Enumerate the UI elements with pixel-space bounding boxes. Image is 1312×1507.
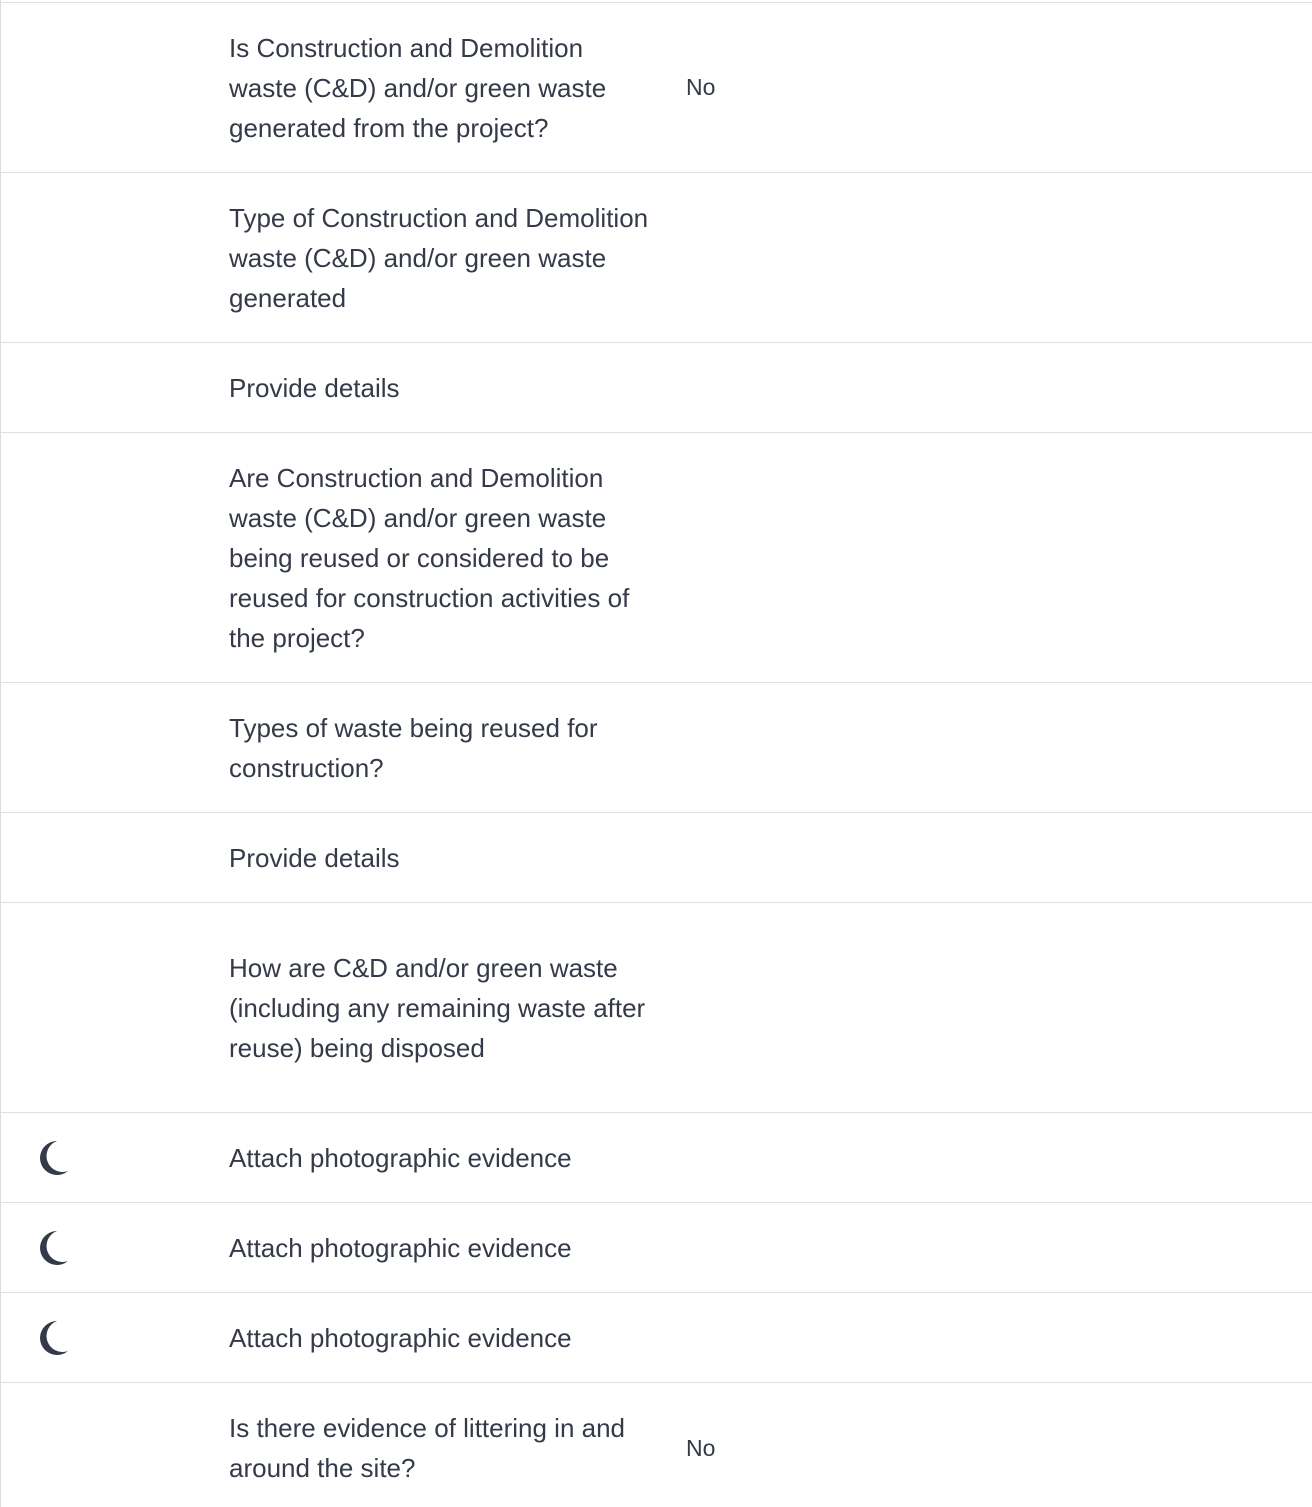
answer-value: No xyxy=(686,74,716,100)
moon-icon xyxy=(40,1320,68,1355)
question-label: Is there evidence of littering in and ar… xyxy=(229,1413,626,1483)
question-label: Attach photographic evidence xyxy=(229,1322,572,1353)
question-label: Attach photographic evidence xyxy=(229,1142,572,1173)
table-row: Attach photographic evidence xyxy=(1,1203,1312,1293)
table-row: Type of Construction and Demolition wast… xyxy=(1,173,1312,343)
question-label: Types of waste being reused for construc… xyxy=(229,712,598,783)
table-row: Are Construction and Demolition waste (C… xyxy=(1,433,1312,683)
form-response-table: Is Construction and Demolition waste (C&… xyxy=(0,0,1312,1507)
question-label: Is Construction and Demolition waste (C&… xyxy=(229,32,607,143)
table-row: How are C&D and/or green waste (includin… xyxy=(1,903,1312,1113)
question-label: Provide details xyxy=(229,842,400,873)
question-label: How are C&D and/or green waste (includin… xyxy=(229,952,646,1063)
table-row: Is Construction and Demolition waste (C&… xyxy=(1,3,1312,173)
answer-value: No xyxy=(686,1434,716,1461)
question-label: Type of Construction and Demolition wast… xyxy=(229,202,649,313)
moon-icon[interactable] xyxy=(31,1203,75,1292)
question-label: Are Construction and Demolition waste (C… xyxy=(229,462,630,653)
table-row: Types of waste being reused for construc… xyxy=(1,683,1312,813)
moon-icon[interactable] xyxy=(31,1113,75,1202)
moon-icon xyxy=(40,1140,68,1175)
table-row: Provide details xyxy=(1,813,1312,903)
table-row: Attach photographic evidence xyxy=(1,1113,1312,1203)
table-row: Attach photographic evidence xyxy=(1,1293,1312,1383)
table-row: Is there evidence of littering in and ar… xyxy=(1,1383,1312,1507)
question-label: Provide details xyxy=(229,372,400,403)
table-row: Provide details xyxy=(1,343,1312,433)
question-label: Attach photographic evidence xyxy=(229,1232,572,1263)
moon-icon xyxy=(40,1230,68,1265)
moon-icon[interactable] xyxy=(31,1293,75,1382)
